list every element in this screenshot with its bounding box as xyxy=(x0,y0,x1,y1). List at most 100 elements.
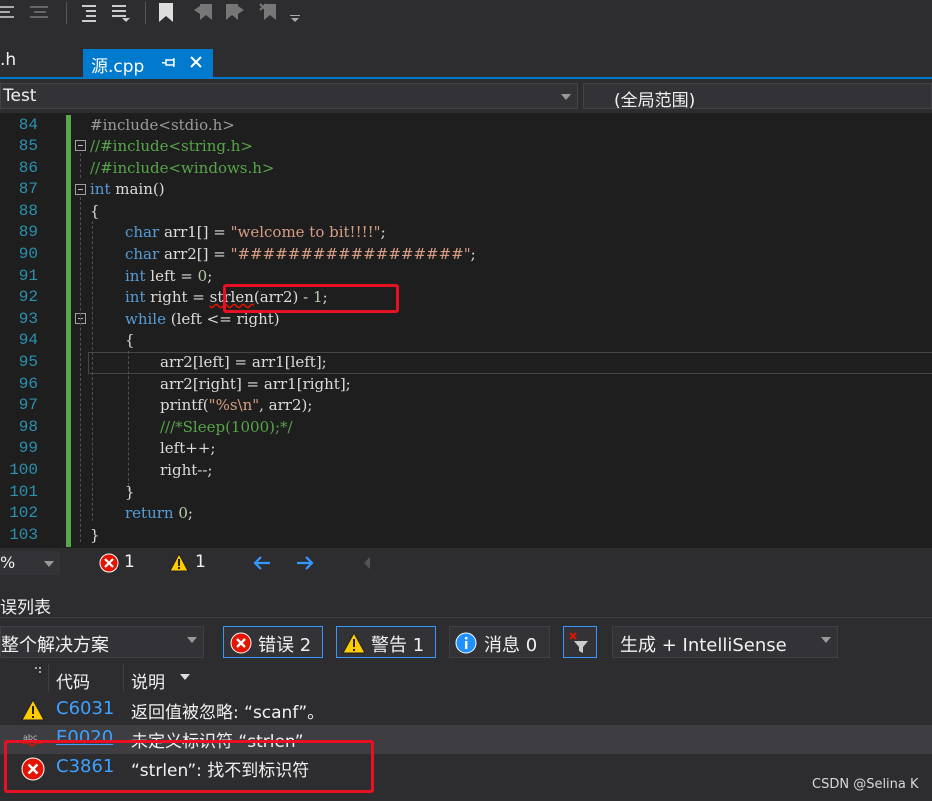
annotation-box xyxy=(223,284,399,313)
column-header-description[interactable]: 说明 xyxy=(131,668,165,696)
column-divider xyxy=(48,664,49,692)
sort-chevron-icon[interactable] xyxy=(179,673,191,681)
error-description: 返回值被忽略: “scanf”。 xyxy=(131,703,325,723)
chevron-down-icon xyxy=(561,94,571,100)
project-combo-value: Test xyxy=(3,86,37,106)
zoom-value: % xyxy=(0,553,16,572)
code-editor[interactable]: 84 85 86 87 88 89 90 91 92 93 94 95 96 9… xyxy=(0,113,932,548)
panel-separator xyxy=(0,617,932,618)
line-number: 88 xyxy=(18,202,38,220)
tab-label: 源.cpp xyxy=(91,57,145,77)
watermark: CSDN @Selina K xyxy=(812,777,919,792)
code-line: int left = 0; xyxy=(125,267,213,285)
table-row[interactable]: C6031 返回值被忽略: “scanf”。 xyxy=(0,696,932,725)
line-number: 84 xyxy=(18,116,38,134)
annotation-box xyxy=(4,740,374,793)
zoom-combo[interactable]: % xyxy=(0,551,60,575)
info-icon xyxy=(455,632,477,654)
code-line: //#include<string.h> xyxy=(90,137,253,155)
scope-combo[interactable]: (全局范围) xyxy=(583,83,932,111)
warning-icon[interactable] xyxy=(169,553,189,572)
column-header-code[interactable]: 代码 xyxy=(56,668,90,696)
line-number: 91 xyxy=(18,267,38,285)
change-tracking-bar xyxy=(66,115,71,547)
line-number: 85 xyxy=(18,137,38,155)
close-icon[interactable] xyxy=(187,53,205,71)
warnings-toggle-button[interactable]: 警告 1 xyxy=(336,626,436,658)
build-filter-combo[interactable]: 生成 + IntelliSense xyxy=(612,626,838,658)
line-number: 100 xyxy=(9,461,38,479)
fold-guide xyxy=(80,153,81,178)
column-grip-icon[interactable] xyxy=(33,665,43,675)
code-line: } xyxy=(125,483,135,501)
scroll-left-icon[interactable] xyxy=(362,556,372,570)
line-number: 95 xyxy=(18,353,38,371)
clear-bookmarks-icon[interactable] xyxy=(258,2,280,24)
uncomment-icon[interactable] xyxy=(108,2,132,24)
warning-icon xyxy=(342,632,366,654)
code-line: arr2[right] = arr1[right]; xyxy=(160,375,351,393)
prev-bookmark-icon[interactable] xyxy=(192,2,214,24)
tab-header-file[interactable]: .h xyxy=(0,50,16,70)
code-line: } xyxy=(90,526,100,544)
indent-guide xyxy=(92,221,93,521)
code-line: { xyxy=(90,202,100,220)
code-line: ///*Sleep(1000);*/ xyxy=(160,418,293,436)
line-number: 101 xyxy=(9,483,38,501)
build-filter-value: 生成 + IntelliSense xyxy=(620,635,787,656)
indent-guide xyxy=(128,351,129,491)
filter-build-button[interactable] xyxy=(563,626,597,658)
line-number: 86 xyxy=(18,159,38,177)
pin-icon[interactable] xyxy=(161,55,177,71)
chevron-down-icon xyxy=(187,637,197,643)
fold-toggle[interactable] xyxy=(75,184,86,195)
toolbar-separator xyxy=(145,2,146,24)
line-number: 99 xyxy=(18,439,38,457)
code-line: right--; xyxy=(160,461,213,479)
toolbar-overflow-icon[interactable] xyxy=(288,2,302,24)
scope-combo-value: (全局范围) xyxy=(614,91,696,111)
line-number: 93 xyxy=(18,310,38,328)
fold-guide xyxy=(80,197,81,542)
column-divider xyxy=(123,664,124,692)
code-line: char arr1[] = "welcome to bit!!!!"; xyxy=(125,223,386,241)
fold-toggle[interactable] xyxy=(75,140,86,151)
code-line: { xyxy=(125,331,135,349)
toolbar xyxy=(0,0,932,30)
editor-status-strip: % 1 1 xyxy=(0,548,932,578)
scope-filter-value: 整个解决方案 xyxy=(1,635,109,656)
messages-toggle-button[interactable]: 消息 0 xyxy=(449,626,550,658)
next-bookmark-icon[interactable] xyxy=(224,2,246,24)
arrow-left-icon[interactable] xyxy=(252,554,272,572)
code-line: printf("%s\n", arr2); xyxy=(160,396,313,414)
chevron-down-icon xyxy=(44,561,54,567)
warnings-toggle-label: 警告 1 xyxy=(371,635,425,656)
error-code-link[interactable]: C6031 xyxy=(56,698,114,719)
code-line: #include<stdio.h> xyxy=(90,116,235,134)
line-number: 92 xyxy=(18,288,38,306)
line-number: 103 xyxy=(9,526,38,544)
filter-icon xyxy=(569,632,588,653)
code-line: //#include<windows.h> xyxy=(90,159,275,177)
line-number: 102 xyxy=(9,504,38,522)
align-left-icon[interactable] xyxy=(0,2,20,24)
line-number: 98 xyxy=(18,418,38,436)
code-line: arr2[left] = arr1[left]; xyxy=(160,353,327,371)
warning-icon xyxy=(21,699,45,721)
panel-title: 误列表 xyxy=(0,598,51,618)
line-number: 89 xyxy=(18,223,38,241)
scope-filter[interactable]: 整个解决方案 xyxy=(0,626,204,658)
align-center-icon[interactable] xyxy=(28,2,52,24)
code-line: return 0; xyxy=(125,504,193,522)
bookmark-icon[interactable] xyxy=(156,2,176,24)
project-combo[interactable]: Test xyxy=(0,83,578,109)
line-number: 97 xyxy=(18,396,38,414)
tab-source-cpp[interactable]: 源.cpp xyxy=(83,49,213,77)
comment-out-icon[interactable] xyxy=(78,2,100,24)
arrow-right-icon[interactable] xyxy=(295,554,315,572)
line-number: 94 xyxy=(18,331,38,349)
error-icon[interactable] xyxy=(99,553,119,573)
line-number: 96 xyxy=(18,375,38,393)
errors-toggle-button[interactable]: 错误 2 xyxy=(223,626,323,658)
code-line: left++; xyxy=(160,439,216,457)
